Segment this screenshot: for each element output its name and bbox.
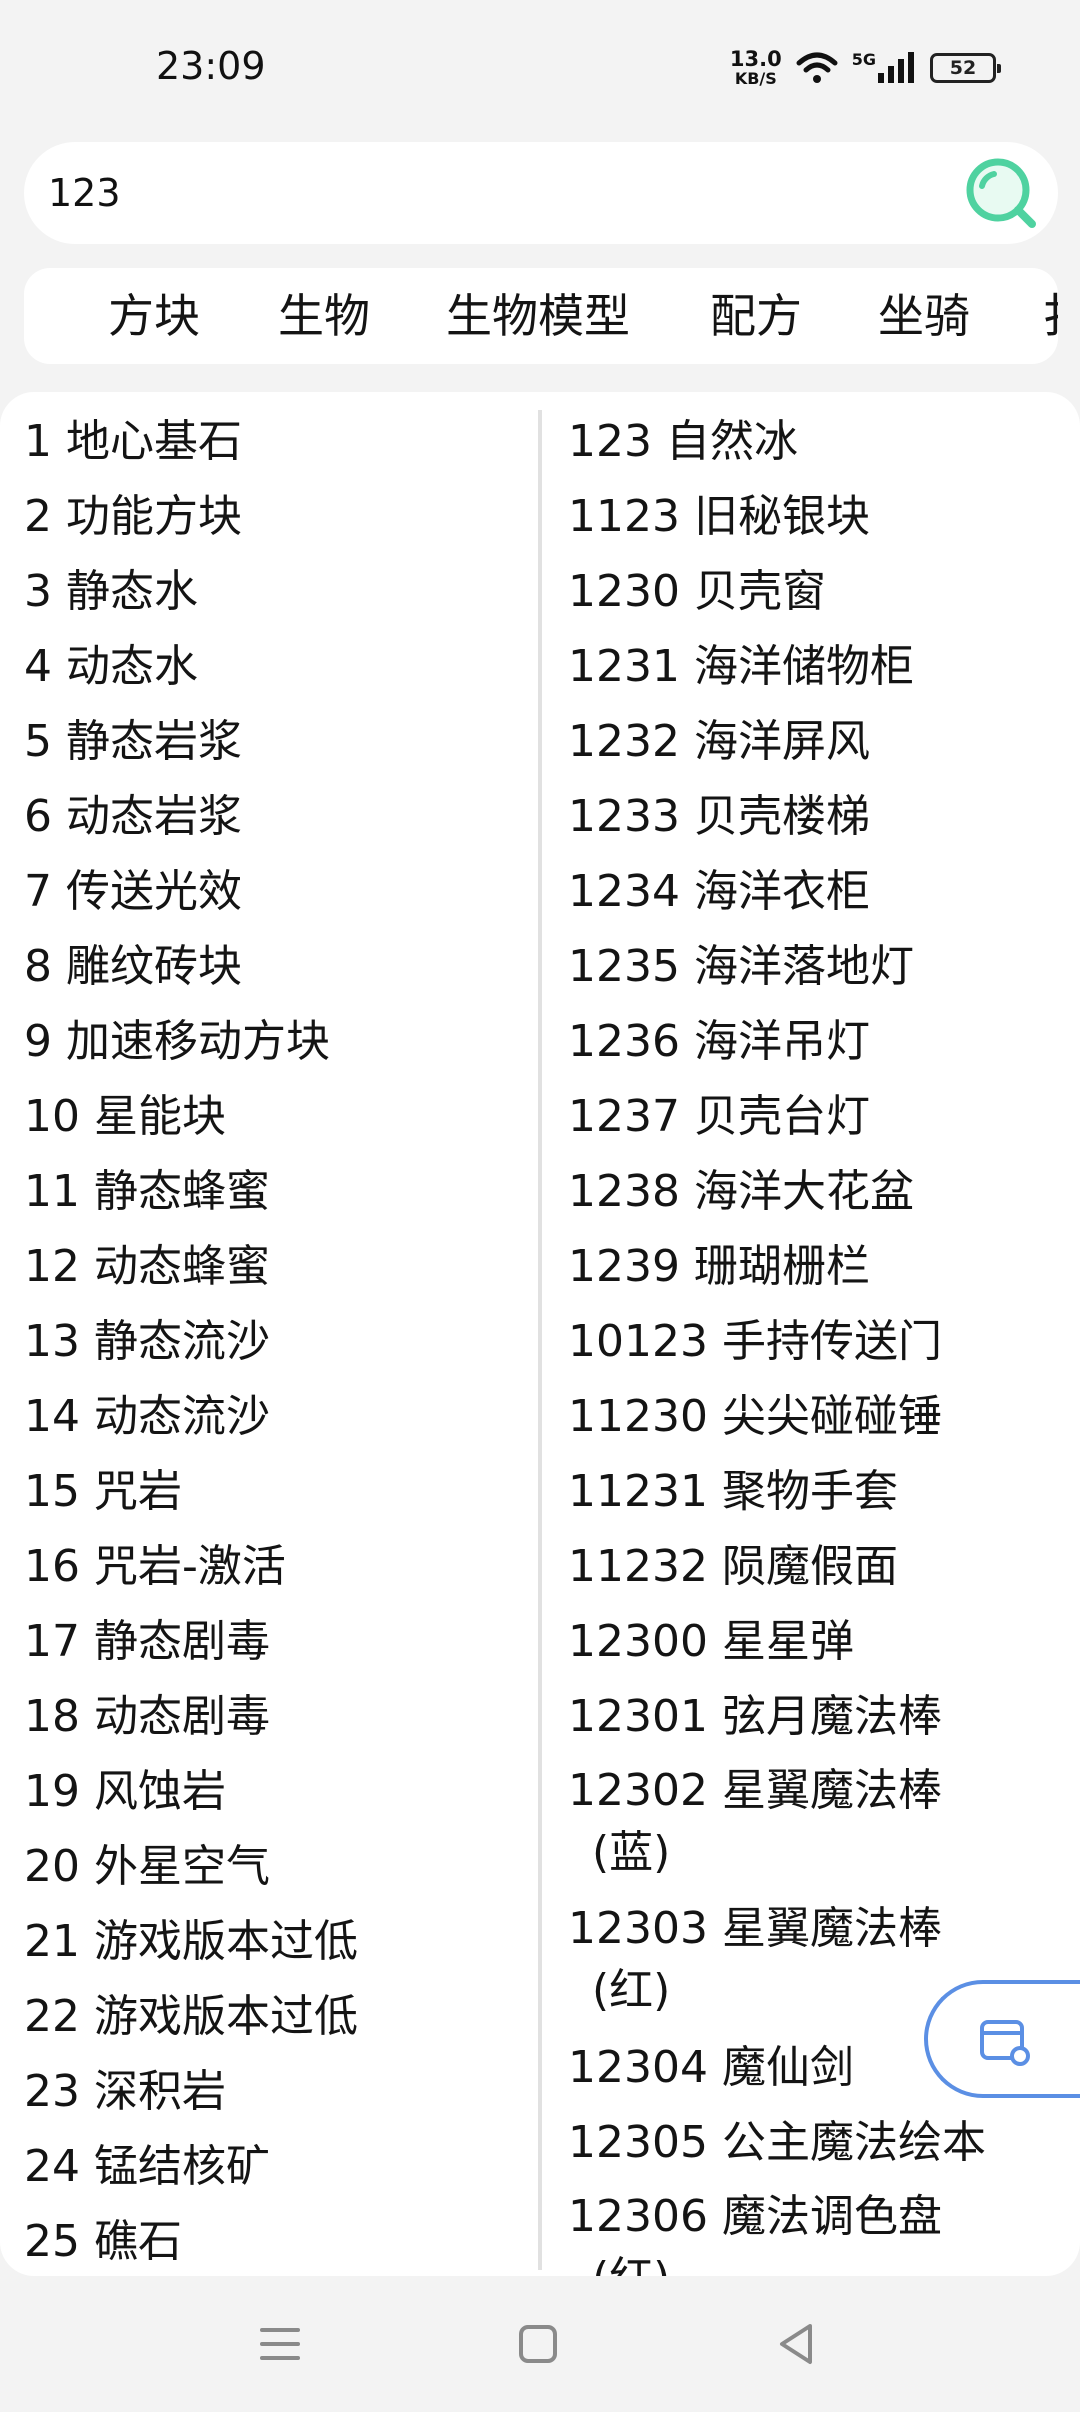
list-item[interactable]: 12306 魔法调色盘 (红) (568, 2180, 1068, 2276)
card-settings-icon (980, 2020, 1030, 2066)
list-item[interactable]: 12 动态蜂蜜 (24, 1229, 524, 1304)
list-item[interactable]: 1231 海洋储物柜 (568, 629, 1068, 704)
list-item[interactable]: 24 锰结核矿 (24, 2129, 524, 2204)
navigation-bar (0, 2276, 1080, 2412)
list-item[interactable]: 11232 陨魔假面 (568, 1529, 1068, 1604)
list-item[interactable]: 1236 海洋吊灯 (568, 1004, 1068, 1079)
list-item[interactable]: 20 外星空气 (24, 1829, 524, 1904)
list-item[interactable]: 123 自然冰 (568, 404, 1068, 479)
home-icon[interactable] (508, 2314, 568, 2374)
list-item[interactable]: 1238 海洋大花盆 (568, 1154, 1068, 1229)
network-type: 5G (851, 49, 876, 69)
category-tabs: 方块 生物 生物模型 配方 坐骑 扌 (24, 268, 1058, 364)
search-bar (24, 142, 1058, 244)
list-item[interactable]: 10 星能块 (24, 1079, 524, 1154)
list-item[interactable]: 18 动态剧毒 (24, 1679, 524, 1754)
status-icons: 13.0 KB/S 5G 52 (729, 46, 1001, 90)
list-item[interactable]: 21 游戏版本过低 (24, 1904, 524, 1979)
list-item[interactable]: 1230 贝壳窗 (568, 554, 1068, 629)
list-item[interactable]: 1235 海洋落地灯 (568, 929, 1068, 1004)
list-item-label: 12302 星翼魔法棒 (568, 1765, 942, 1816)
list-item[interactable]: 10123 手持传送门 (568, 1304, 1068, 1379)
tab-creatures[interactable]: 生物 (278, 286, 370, 346)
tab-more[interactable]: 扌 (1042, 286, 1058, 346)
signal-icon (878, 52, 914, 83)
tab-mounts[interactable]: 坐骑 (878, 286, 970, 346)
list-item-label: 12303 星翼魔法棒 (568, 1903, 942, 1954)
list-item[interactable]: 1237 贝壳台灯 (568, 1079, 1068, 1154)
tab-creature-models[interactable]: 生物模型 (446, 286, 630, 346)
list-item-label-variant: (蓝) (592, 1827, 671, 1878)
menu-icon[interactable] (250, 2314, 310, 2374)
list-item[interactable]: 14 动态流沙 (24, 1379, 524, 1454)
list-item-label: 12306 魔法调色盘 (568, 2191, 942, 2242)
list-item[interactable]: 19 风蚀岩 (24, 1754, 524, 1829)
list-item[interactable]: 16 咒岩-激活 (24, 1529, 524, 1604)
results-column-left: 1 地心基石 2 功能方块 3 静态水 4 动态水 5 静态岩浆 6 动态岩浆 … (24, 404, 524, 2276)
back-icon[interactable] (766, 2314, 826, 2374)
list-item[interactable]: 1233 贝壳楼梯 (568, 779, 1068, 854)
battery-icon: 52 (930, 53, 1001, 83)
list-item[interactable]: 23 深积岩 (24, 2054, 524, 2129)
status-time: 23:09 (156, 44, 266, 88)
column-divider (538, 410, 542, 2270)
list-item[interactable]: 11230 尖尖碰碰锤 (568, 1379, 1068, 1454)
status-bar: 23:09 13.0 KB/S 5G 52 (0, 0, 1080, 140)
battery-level: 52 (949, 57, 977, 79)
tab-blocks[interactable]: 方块 (108, 286, 200, 346)
net-speed-value: 13.0 (729, 47, 782, 71)
net-speed: 13.0 KB/S (729, 47, 782, 88)
list-item[interactable]: 22 游戏版本过低 (24, 1979, 524, 2054)
list-item[interactable]: 2 功能方块 (24, 479, 524, 554)
list-item[interactable]: 15 咒岩 (24, 1454, 524, 1529)
list-item[interactable]: 11 静态蜂蜜 (24, 1154, 524, 1229)
list-item[interactable]: 1123 旧秘银块 (568, 479, 1068, 554)
list-item[interactable]: 12301 弦月魔法棒 (568, 1679, 1068, 1754)
list-item[interactable]: 3 静态水 (24, 554, 524, 629)
list-item[interactable]: 13 静态流沙 (24, 1304, 524, 1379)
list-item[interactable]: 1 地心基石 (24, 404, 524, 479)
list-item[interactable]: 7 传送光效 (24, 854, 524, 929)
list-item-label-variant: (红) (568, 2248, 1068, 2276)
list-item[interactable]: 1234 海洋衣柜 (568, 854, 1068, 929)
net-speed-unit: KB/S (734, 69, 777, 88)
search-input[interactable] (48, 160, 928, 226)
list-item[interactable]: 1239 珊瑚栅栏 (568, 1229, 1068, 1304)
list-item[interactable]: 8 雕纹砖块 (24, 929, 524, 1004)
floating-action-button[interactable] (924, 1980, 1080, 2098)
list-item[interactable]: 12305 公主魔法绘本 (568, 2105, 1068, 2180)
search-icon[interactable] (960, 152, 1040, 232)
wifi-icon (796, 52, 838, 83)
list-item[interactable]: 9 加速移动方块 (24, 1004, 524, 1079)
tab-recipes[interactable]: 配方 (710, 286, 802, 346)
list-item[interactable]: 25 礁石 (24, 2204, 524, 2276)
list-item[interactable]: 12302 星翼魔法棒 (蓝) (568, 1754, 1068, 1892)
list-item[interactable]: 4 动态水 (24, 629, 524, 704)
list-item[interactable]: 11231 聚物手套 (568, 1454, 1068, 1529)
list-item[interactable]: 1232 海洋屏风 (568, 704, 1068, 779)
list-item[interactable]: 6 动态岩浆 (24, 779, 524, 854)
list-item[interactable]: 12300 星星弹 (568, 1604, 1068, 1679)
results-list: 1 地心基石 2 功能方块 3 静态水 4 动态水 5 静态岩浆 6 动态岩浆 … (0, 392, 1080, 2276)
list-item[interactable]: 17 静态剧毒 (24, 1604, 524, 1679)
list-item[interactable]: 5 静态岩浆 (24, 704, 524, 779)
